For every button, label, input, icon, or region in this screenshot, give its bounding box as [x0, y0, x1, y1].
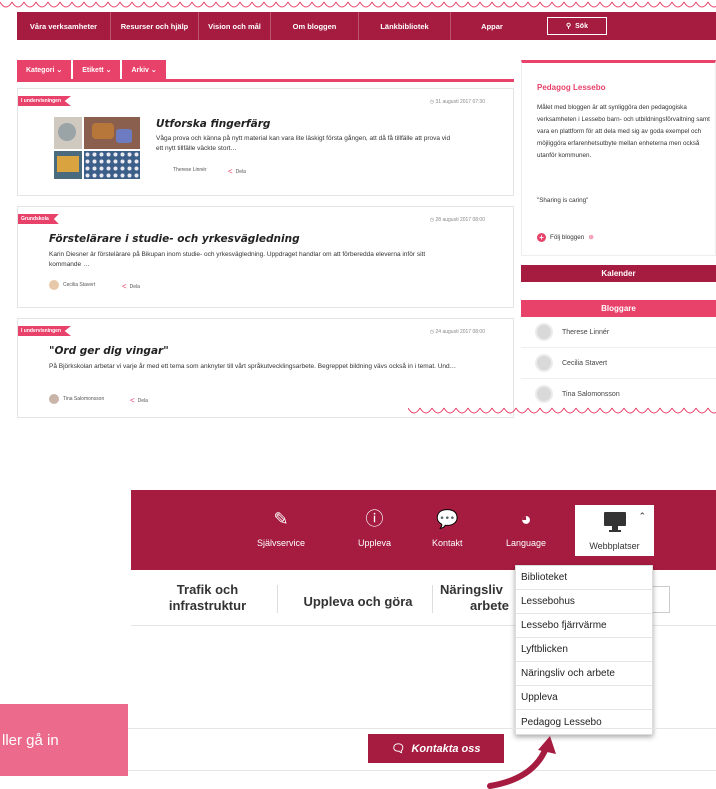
- post-card[interactable]: Grundskola ◷ 28 augusti 2017 08:00 Först…: [17, 206, 514, 308]
- divider: [432, 585, 433, 613]
- utility-item-language[interactable]: ◕ Language: [506, 510, 546, 548]
- globe-icon: ◕: [520, 509, 532, 529]
- nav-item-lankbibliotek[interactable]: Länkbibliotek: [359, 12, 451, 40]
- callout-box: ller gå in: [0, 704, 128, 776]
- post-excerpt: Våga prova och känna på nytt material ka…: [156, 135, 451, 152]
- avatar: [535, 385, 553, 403]
- post-card[interactable]: I undervisningen ◷ 31 augusti 2017 07:30…: [17, 88, 514, 196]
- chevron-down-icon: ⌄: [103, 67, 112, 74]
- bloggers-header: Bloggare: [521, 300, 716, 317]
- dropdown-item-pedagog-lessebo[interactable]: Pedagog Lessebo: [516, 710, 652, 734]
- nav-item-om-bloggen[interactable]: Om bloggen: [271, 12, 359, 40]
- category-ribbon[interactable]: I undervisningen: [18, 96, 72, 106]
- post-excerpt: På Björkskolan arbetar vi varje år med e…: [49, 363, 457, 370]
- sidebar-title: Pedagog Lessebo: [537, 83, 606, 92]
- avatar: [49, 394, 59, 404]
- dropdown-item-lyftblicken[interactable]: Lyftblicken: [516, 638, 652, 662]
- blogger-item[interactable]: Therese Linnér: [521, 317, 716, 348]
- search-input[interactable]: [650, 586, 670, 613]
- filter-tabs: Kategori ⌄ Etikett ⌄ Arkiv ⌄: [17, 60, 168, 80]
- utility-item-sjalvservice[interactable]: ✎ Självservice: [257, 510, 305, 548]
- nav-item-naringsliv[interactable]: Näringsliv arbete: [440, 582, 520, 614]
- post-title[interactable]: "Ord ger dig vingar": [49, 345, 169, 357]
- dropdown-item-naringsliv[interactable]: Näringsliv och arbete: [516, 662, 652, 686]
- sidebar-quote: "Sharing is caring": [537, 197, 589, 204]
- avatar: [535, 354, 553, 372]
- avatar: [535, 323, 553, 341]
- chevron-down-icon: ⌄: [148, 67, 157, 74]
- post-date: ◷ 28 augusti 2017 08:00: [429, 217, 485, 223]
- follow-blog-button[interactable]: + Följ bloggen ⊛: [537, 233, 594, 242]
- category-ribbon[interactable]: I undervisningen: [18, 326, 72, 336]
- utility-item-uppleva[interactable]: ⓘ Uppleva: [358, 510, 391, 548]
- avatar: [49, 280, 59, 290]
- monitor-icon: [603, 512, 626, 532]
- dropdown-item-fjarrvarme[interactable]: Lessebo fjärrvärme: [516, 614, 652, 638]
- tab-underline: [17, 79, 514, 82]
- post-date: ◷ 31 augusti 2017 07:30: [429, 99, 485, 105]
- chat-icon: 🗨: [391, 743, 406, 755]
- post-title[interactable]: Utforska fingerfärg: [156, 118, 270, 130]
- info-icon: ⓘ: [365, 509, 384, 529]
- divider: [128, 728, 716, 729]
- share-button[interactable]: < Dela: [228, 167, 246, 176]
- divider: [277, 585, 278, 613]
- blogger-item[interactable]: Cecilia Stavert: [521, 348, 716, 379]
- arrow-pointer-icon: [487, 736, 556, 789]
- webbplatser-dropdown: Biblioteket Lessebohus Lessebo fjärrvärm…: [515, 565, 653, 735]
- tab-arkiv[interactable]: Arkiv ⌄: [122, 60, 166, 80]
- thumbnail-image: [54, 117, 82, 149]
- nav-item-resurser[interactable]: Resurser och hjälp: [111, 12, 199, 40]
- dropdown-item-biblioteket[interactable]: Biblioteket: [516, 566, 652, 590]
- chevron-down-icon: ⌄: [54, 67, 63, 74]
- dropdown-item-uppleva[interactable]: Uppleva: [516, 686, 652, 710]
- thumbnail-image: [84, 117, 140, 149]
- share-icon: <: [228, 167, 233, 176]
- post-card[interactable]: I undervisningen ◷ 24 augusti 2017 08:00…: [17, 318, 514, 418]
- share-button[interactable]: < Dela: [122, 282, 140, 291]
- chat-icon: 💬: [436, 509, 459, 529]
- tab-kategori[interactable]: Kategori ⌄: [17, 60, 72, 80]
- search-icon: ⚲: [566, 23, 572, 30]
- post-author[interactable]: Therese Linnér: [173, 167, 207, 173]
- post-author[interactable]: Cecilia Stavert: [49, 280, 95, 290]
- nav-item-trafik[interactable]: Trafik och infrastruktur: [160, 582, 255, 614]
- share-icon: <: [122, 282, 127, 291]
- callout-text: ller gå in: [2, 731, 59, 749]
- nav-item-appar[interactable]: Appar: [451, 12, 533, 40]
- sidebar-about-box: Pedagog Lessebo Målet med bloggen är att…: [521, 60, 716, 256]
- nav-item-verksamheter[interactable]: Våra verksamheter: [17, 12, 111, 40]
- chevron-up-icon: ⌃: [638, 511, 646, 521]
- nav-item-vision[interactable]: Vision och mål: [199, 12, 271, 40]
- webbplatser-button[interactable]: Webbplatser ⌃: [575, 505, 654, 556]
- post-author[interactable]: Tina Salomonsson: [49, 394, 104, 404]
- rss-icon: ⊛: [588, 234, 594, 241]
- thumbnail-image: [54, 151, 82, 179]
- search-button[interactable]: ⚲ Sök: [547, 17, 607, 35]
- plus-icon: +: [537, 233, 546, 242]
- edit-icon: ✎: [273, 509, 289, 529]
- post-thumbnail-collage[interactable]: [54, 117, 140, 179]
- dropdown-item-lessebohus[interactable]: Lessebohus: [516, 590, 652, 614]
- decorative-scallop-border: [0, 1, 716, 8]
- calendar-header[interactable]: Kalender: [521, 265, 716, 282]
- nav-item-uppleva-och-gora[interactable]: Uppleva och göra: [288, 594, 428, 610]
- search-label: Sök: [575, 22, 588, 30]
- decorative-scallop-border: [408, 407, 716, 414]
- post-excerpt: Karin Diesner är förstelärare på Bikupan…: [49, 251, 426, 268]
- post-date: ◷ 24 augusti 2017 08:00: [429, 329, 485, 335]
- webbplatser-label: Webbplatser: [589, 541, 640, 551]
- category-ribbon[interactable]: Grundskola: [18, 214, 59, 224]
- divider: [128, 770, 716, 771]
- share-icon: <: [130, 396, 135, 405]
- thumbnail-image: [84, 151, 140, 179]
- sidebar-description: Målet med bloggen är att synliggöra den …: [537, 104, 710, 159]
- post-title[interactable]: Förstelärare i studie- och yrkesvägledni…: [49, 233, 300, 245]
- blog-top-nav: Våra verksamheter Resurser och hjälp Vis…: [17, 12, 716, 40]
- utility-item-kontakt[interactable]: 💬 Kontakt: [432, 510, 463, 548]
- tab-etikett[interactable]: Etikett ⌄: [73, 60, 121, 80]
- share-button[interactable]: < Dela: [130, 396, 148, 405]
